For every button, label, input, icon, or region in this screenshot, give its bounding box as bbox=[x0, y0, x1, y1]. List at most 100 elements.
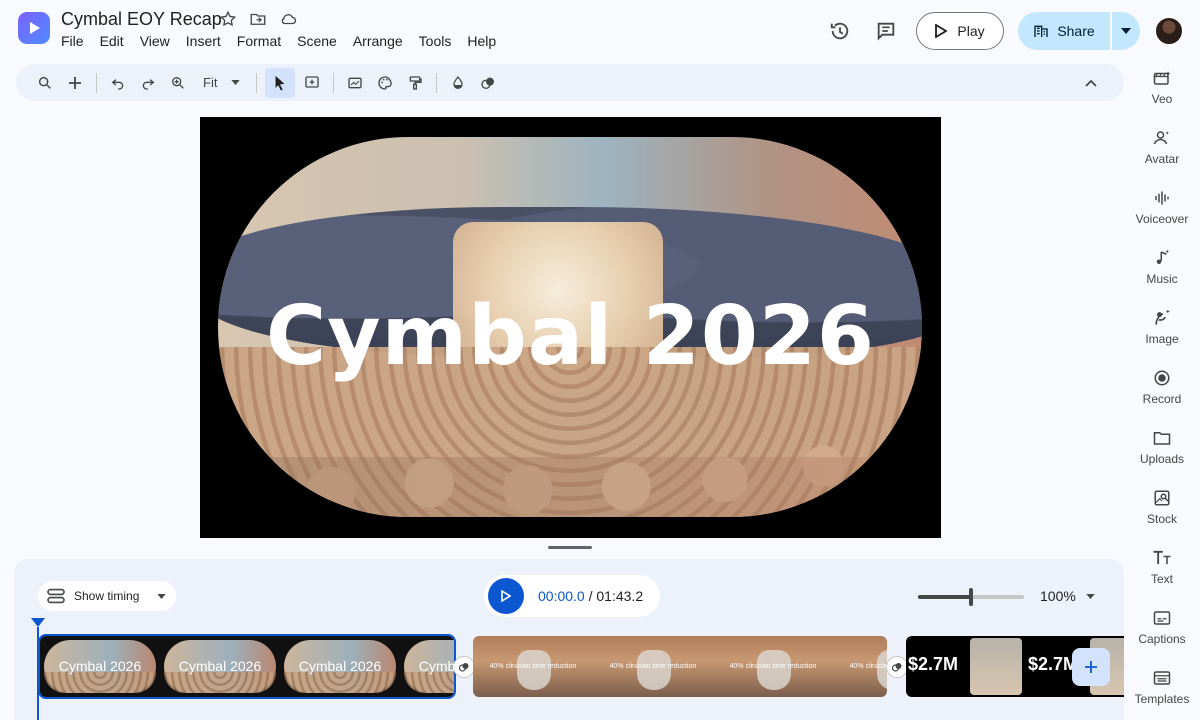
user-avatar[interactable] bbox=[1154, 16, 1184, 46]
collapse-toolbar-icon[interactable] bbox=[1078, 70, 1104, 96]
add-icon[interactable] bbox=[62, 70, 88, 96]
timeline-panel: Show timing 00:00.0 / 01:43.2 100% Cymba… bbox=[14, 559, 1124, 720]
redo-icon[interactable] bbox=[135, 70, 161, 96]
share-dropdown-button[interactable] bbox=[1110, 12, 1140, 50]
comments-icon[interactable] bbox=[870, 15, 902, 47]
menu-file[interactable]: File bbox=[61, 33, 84, 49]
add-textbox-icon[interactable] bbox=[299, 70, 325, 96]
side-item-label: Music bbox=[1146, 272, 1178, 286]
star-icon[interactable] bbox=[218, 9, 238, 29]
add-scene-button[interactable] bbox=[1072, 648, 1110, 686]
current-time: 00:00.0 bbox=[538, 588, 585, 604]
zoom-percent: 100% bbox=[1040, 588, 1076, 604]
menu-format[interactable]: Format bbox=[237, 33, 281, 49]
timeline-resize-handle[interactable] bbox=[548, 546, 592, 549]
timeline-clip-2[interactable]: 40% clinician time reduction 40% clinici… bbox=[473, 636, 887, 697]
veo-icon bbox=[1124, 68, 1200, 88]
transition-icon[interactable] bbox=[886, 656, 908, 678]
side-item-label: Voiceover bbox=[1135, 212, 1189, 226]
playback-controls: 00:00.0 / 01:43.2 bbox=[484, 575, 660, 617]
toolbar-divider bbox=[96, 72, 97, 93]
menu-view[interactable]: View bbox=[140, 33, 170, 49]
playhead-marker[interactable] bbox=[31, 618, 45, 627]
side-item-music[interactable]: Music bbox=[1124, 248, 1200, 286]
theme-palette-icon[interactable] bbox=[372, 70, 398, 96]
zoom-select-value: Fit bbox=[203, 75, 218, 90]
menu-insert[interactable]: Insert bbox=[186, 33, 221, 49]
clip-frame bbox=[966, 636, 1026, 697]
select-pointer-icon[interactable] bbox=[265, 67, 296, 98]
music-icon bbox=[1124, 248, 1200, 268]
menu-tools[interactable]: Tools bbox=[419, 33, 452, 49]
text-icon bbox=[1124, 548, 1200, 568]
templates-icon bbox=[1124, 668, 1200, 688]
search-icon[interactable] bbox=[32, 70, 58, 96]
scene-canvas[interactable]: Cymbal 2026 bbox=[200, 117, 941, 538]
side-item-label: Uploads bbox=[1139, 452, 1185, 466]
timeline-zoom-select[interactable]: 100% bbox=[1040, 588, 1095, 604]
share-button-label: Share bbox=[1057, 23, 1095, 39]
side-item-uploads[interactable]: Uploads bbox=[1124, 428, 1200, 466]
side-item-captions[interactable]: Captions bbox=[1124, 608, 1200, 646]
zoom-slider-fill bbox=[918, 595, 971, 599]
clip-frame-label: $2.7M bbox=[908, 654, 959, 674]
menu-help[interactable]: Help bbox=[467, 33, 496, 49]
clip-frame: Cymbal 2026 bbox=[400, 636, 454, 697]
side-item-avatar[interactable]: Avatar bbox=[1124, 128, 1200, 166]
transition-icon[interactable] bbox=[475, 70, 501, 96]
side-item-text[interactable]: Text bbox=[1124, 548, 1200, 586]
share-button-group: Share bbox=[1018, 12, 1140, 50]
clip-frame-label: Cymbal 2026 bbox=[178, 658, 262, 674]
hero-title-text[interactable]: Cymbal 2026 bbox=[200, 289, 941, 384]
share-button[interactable]: Share bbox=[1018, 12, 1110, 50]
timeline-zoom-slider[interactable] bbox=[918, 588, 1024, 606]
paint-format-icon[interactable] bbox=[402, 70, 428, 96]
side-item-templates[interactable]: Templates bbox=[1124, 668, 1200, 706]
show-timing-label: Show timing bbox=[74, 589, 140, 603]
document-title[interactable]: Cymbal EOY Recap bbox=[61, 9, 222, 30]
play-logo-icon bbox=[30, 22, 40, 34]
side-item-label: Veo bbox=[1151, 92, 1173, 106]
add-icon bbox=[1085, 661, 1097, 673]
side-item-voiceover[interactable]: Voiceover bbox=[1124, 188, 1200, 226]
captions-icon bbox=[1124, 608, 1200, 628]
menu-edit[interactable]: Edit bbox=[100, 33, 124, 49]
side-item-label: Record bbox=[1142, 392, 1182, 406]
transition-icon[interactable] bbox=[453, 656, 475, 678]
clip-frame: 40% clinician time reduction bbox=[713, 636, 833, 697]
side-item-stock[interactable]: Stock bbox=[1124, 488, 1200, 526]
side-item-image[interactable]: Image bbox=[1124, 308, 1200, 346]
menu-arrange[interactable]: Arrange bbox=[353, 33, 403, 49]
clip-frame: 40% clinician time reduction bbox=[833, 636, 887, 697]
zoom-slider-thumb[interactable] bbox=[969, 588, 973, 606]
version-history-icon[interactable] bbox=[824, 15, 856, 47]
caret-down-icon bbox=[231, 80, 241, 85]
play-icon bbox=[501, 590, 511, 602]
background-icon[interactable] bbox=[342, 70, 368, 96]
fill-color-icon[interactable] bbox=[445, 70, 471, 96]
toolbar-divider bbox=[436, 72, 438, 93]
caret-down-icon[interactable] bbox=[157, 593, 166, 599]
undo-icon[interactable] bbox=[105, 70, 131, 96]
play-button[interactable]: Play bbox=[916, 12, 1004, 50]
clip-frame: Cymbal 2026 bbox=[40, 636, 160, 697]
image-icon bbox=[1124, 308, 1200, 328]
side-item-veo[interactable]: Veo bbox=[1124, 68, 1200, 106]
menu-scene[interactable]: Scene bbox=[297, 33, 337, 49]
zoom-select[interactable]: Fit bbox=[195, 75, 248, 90]
side-item-record[interactable]: Record bbox=[1124, 368, 1200, 406]
timeline-clip-1[interactable]: Cymbal 2026 Cymbal 2026 Cymbal 2026 Cymb… bbox=[38, 634, 456, 699]
clip-frame: 40% clinician time reduction bbox=[593, 636, 713, 697]
clip-frame: $2.7M bbox=[906, 636, 966, 697]
show-timing-toggle[interactable]: Show timing bbox=[38, 581, 176, 611]
play-icon bbox=[935, 24, 948, 38]
move-to-folder-icon[interactable] bbox=[248, 9, 268, 29]
cloud-saved-icon[interactable] bbox=[278, 9, 298, 29]
app-logo[interactable] bbox=[18, 12, 50, 44]
playhead-line[interactable] bbox=[37, 627, 39, 720]
clip-frame: 40% clinician time reduction bbox=[473, 636, 593, 697]
timeline-play-button[interactable] bbox=[488, 578, 524, 614]
clip-frame-label: 40% clinician time reduction bbox=[609, 663, 697, 670]
zoom-in-icon[interactable] bbox=[165, 70, 191, 96]
stock-icon bbox=[1124, 488, 1200, 508]
